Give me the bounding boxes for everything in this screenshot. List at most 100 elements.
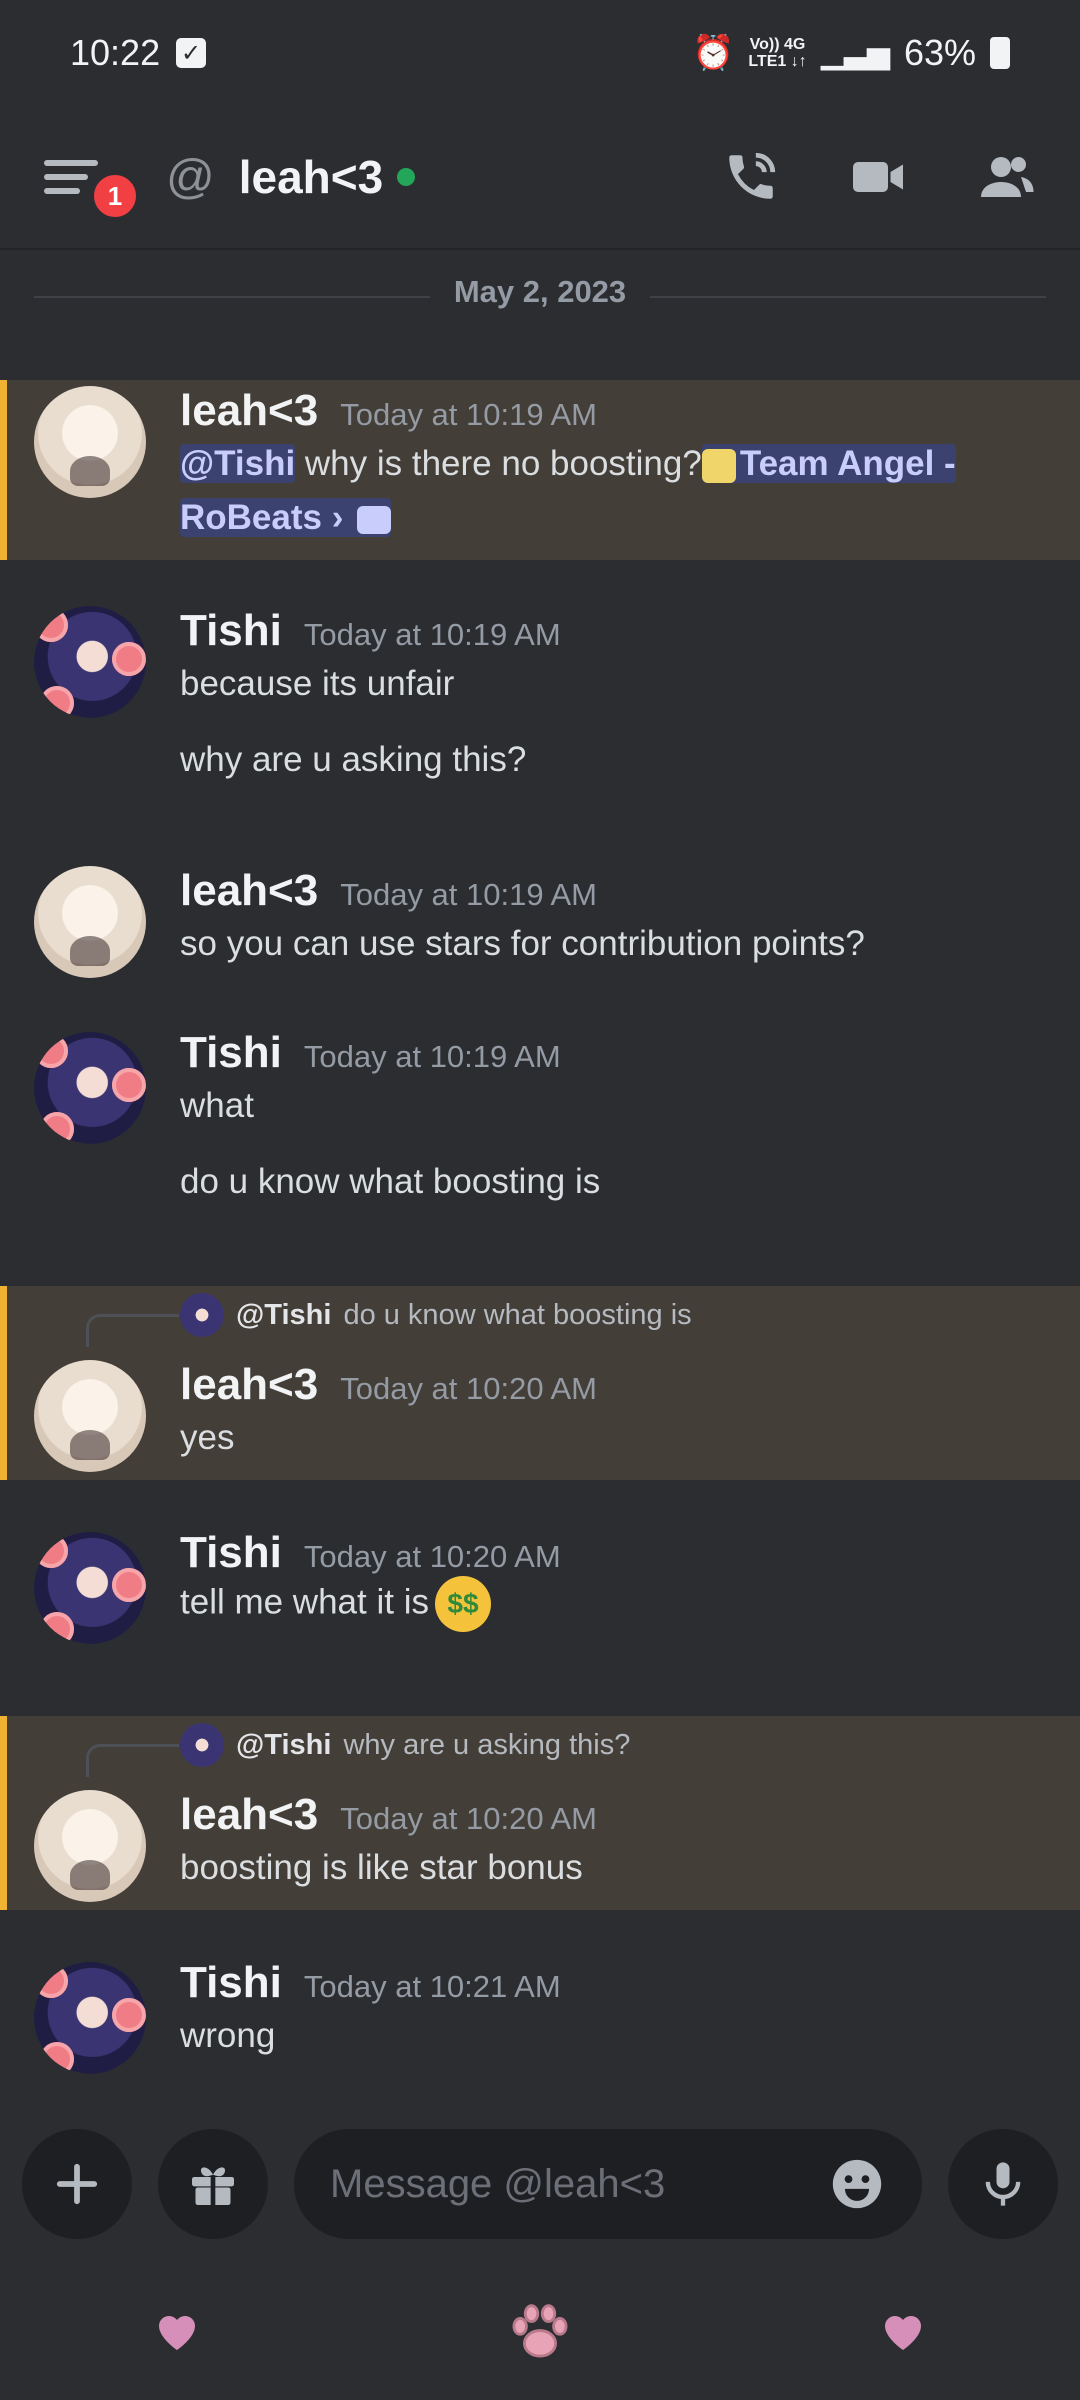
message-input[interactable]: Message @leah<3 [294, 2129, 922, 2239]
timestamp: Today at 10:19 AM [303, 617, 561, 652]
message-item[interactable]: @Tishi why are u asking this? leah<3 Toda… [0, 1716, 1080, 1910]
video-call-button[interactable] [848, 147, 908, 207]
username[interactable]: Tishi [180, 1028, 282, 1077]
message-header: leah<3 Today at 10:19 AM [180, 386, 597, 436]
message-text: why are u asking this? [180, 740, 527, 779]
message-text: tell me what it is $$ [180, 1576, 491, 1632]
avatar[interactable] [34, 866, 146, 978]
avatar[interactable] [34, 1962, 146, 2074]
network-type-top: Vo)) 4G [749, 36, 806, 53]
attach-button[interactable] [22, 2129, 132, 2239]
emoji-picker-icon[interactable] [828, 2155, 886, 2213]
status-bar: 10:22 ✓ ⏰ Vo)) 4G LTE1 ↓↑ ▁▃▅ 63% [0, 0, 1080, 106]
voice-message-button[interactable] [948, 2129, 1058, 2239]
message-item[interactable]: leah<3 Today at 10:19 AM so you can use s… [0, 866, 1080, 996]
date-divider: May 2, 2023 [0, 252, 1080, 342]
back-heart-icon[interactable] [153, 2308, 201, 2356]
reply-avatar [180, 1723, 224, 1767]
message-header: Tishi Today at 10:19 AM [180, 606, 561, 656]
avatar[interactable] [34, 1532, 146, 1644]
at-icon: @ [166, 150, 215, 204]
chat-bubble-icon [357, 505, 392, 534]
status-time: 10:22 [70, 32, 161, 73]
date-divider-label: May 2, 2023 [429, 274, 651, 310]
signal-icon: ▁▃▅ [820, 36, 890, 70]
channel-link-label-2: RoBeats [180, 498, 322, 537]
timestamp: Today at 10:20 AM [340, 1371, 597, 1406]
message-header: Tishi Today at 10:21 AM [180, 1958, 561, 2008]
chevron-right-icon: › [331, 498, 344, 537]
message-item[interactable]: Tishi Today at 10:19 AM what do u know wh… [0, 1028, 1080, 1218]
username[interactable]: leah<3 [180, 1790, 318, 1839]
message-input-placeholder: Message @leah<3 [330, 2161, 666, 2206]
message-item[interactable]: @Tishi do u know what boosting is leah<3… [0, 1286, 1080, 1480]
message-item[interactable]: Tishi Today at 10:21 AM wrong [0, 1958, 1080, 2098]
channel-link-continued[interactable]: RoBeats › [180, 498, 392, 537]
reply-avatar [180, 1293, 224, 1337]
user-mention[interactable]: @Tishi [180, 444, 296, 483]
money-mouth-face-icon[interactable]: $$ [434, 1576, 491, 1632]
video-camera-icon [853, 162, 903, 192]
team-angel-icon [701, 448, 736, 483]
message-header: leah<3 Today at 10:20 AM [180, 1790, 597, 1840]
network-type-bottom: LTE1 ↓↑ [748, 53, 807, 70]
message-text: wrong [180, 2016, 276, 2055]
username[interactable]: leah<3 [180, 1360, 318, 1409]
microphone-icon [985, 2162, 1021, 2206]
plus-icon [56, 2163, 98, 2205]
avatar[interactable] [34, 1032, 146, 1144]
battery-icon [990, 37, 1010, 69]
message-list[interactable]: May 2, 2023 leah<3 Today at 10:19 AM @Tis… [0, 252, 1080, 2104]
page-title[interactable]: leah<3 [239, 150, 384, 204]
username[interactable]: Tishi [180, 606, 282, 655]
username[interactable]: Tishi [180, 1958, 282, 2007]
message-text: so you can use stars for contribution po… [180, 924, 865, 963]
alarm-icon: ⏰ [692, 34, 735, 72]
timestamp: Today at 10:20 AM [340, 1801, 597, 1836]
chat-header: 1 @ leah<3 [0, 106, 1080, 250]
phone-call-icon [729, 152, 776, 199]
message-composer: Message @leah<3 [0, 2104, 1080, 2264]
username[interactable]: Tishi [180, 1528, 282, 1577]
avatar[interactable] [34, 606, 146, 718]
timestamp: Today at 10:19 AM [340, 397, 597, 432]
message-text: @Tishi why is there no boosting? Team Ang… [180, 444, 956, 484]
message-header: Tishi Today at 10:20 AM [180, 1528, 561, 1578]
checkbox-notification-icon: ✓ [176, 38, 207, 68]
username[interactable]: leah<3 [180, 866, 318, 915]
reply-username: @Tishi [236, 1728, 332, 1761]
reply-preview[interactable]: @Tishi why are u asking this? [180, 1720, 630, 1770]
member-list-button[interactable] [976, 147, 1036, 207]
message-item[interactable]: Tishi Today at 10:20 AM tell me what it i… [0, 1528, 1080, 1668]
menu-button[interactable]: 1 [44, 141, 140, 221]
message-text: boosting is like star bonus [180, 1848, 583, 1887]
online-status-icon [397, 168, 416, 186]
timestamp: Today at 10:21 AM [303, 1969, 561, 2004]
message-text: yes [180, 1418, 235, 1457]
home-paw-icon[interactable] [506, 2298, 574, 2366]
reply-connector [86, 1744, 179, 1777]
notification-badge: 1 [90, 171, 140, 221]
message-item[interactable]: Tishi Today at 10:19 AM because its unfai… [0, 602, 1080, 792]
timestamp: Today at 10:19 AM [340, 877, 597, 912]
system-navigation-bar [0, 2264, 1080, 2400]
voice-call-button[interactable] [722, 148, 780, 206]
reply-username: @Tishi [236, 1298, 332, 1331]
avatar[interactable] [34, 1360, 146, 1472]
message-body: why is there no boosting? [295, 444, 702, 483]
timestamp: Today at 10:20 AM [303, 1539, 561, 1574]
message-text: because its unfair [180, 664, 455, 703]
avatar[interactable] [34, 1790, 146, 1902]
people-icon [981, 157, 1034, 197]
recents-heart-icon[interactable] [879, 2308, 927, 2356]
gift-button[interactable] [158, 2129, 268, 2239]
message-header: Tishi Today at 10:19 AM [180, 1028, 561, 1078]
message-item[interactable]: leah<3 Today at 10:19 AM @Tishi why is th… [0, 380, 1080, 560]
message-text-continued: RoBeats › [180, 498, 392, 538]
reply-preview[interactable]: @Tishi do u know what boosting is [180, 1290, 692, 1340]
username[interactable]: leah<3 [180, 386, 318, 435]
gift-icon [192, 2167, 234, 2205]
message-text: what [180, 1086, 254, 1125]
avatar[interactable] [34, 386, 146, 498]
channel-link[interactable]: Team Angel - [701, 444, 956, 483]
